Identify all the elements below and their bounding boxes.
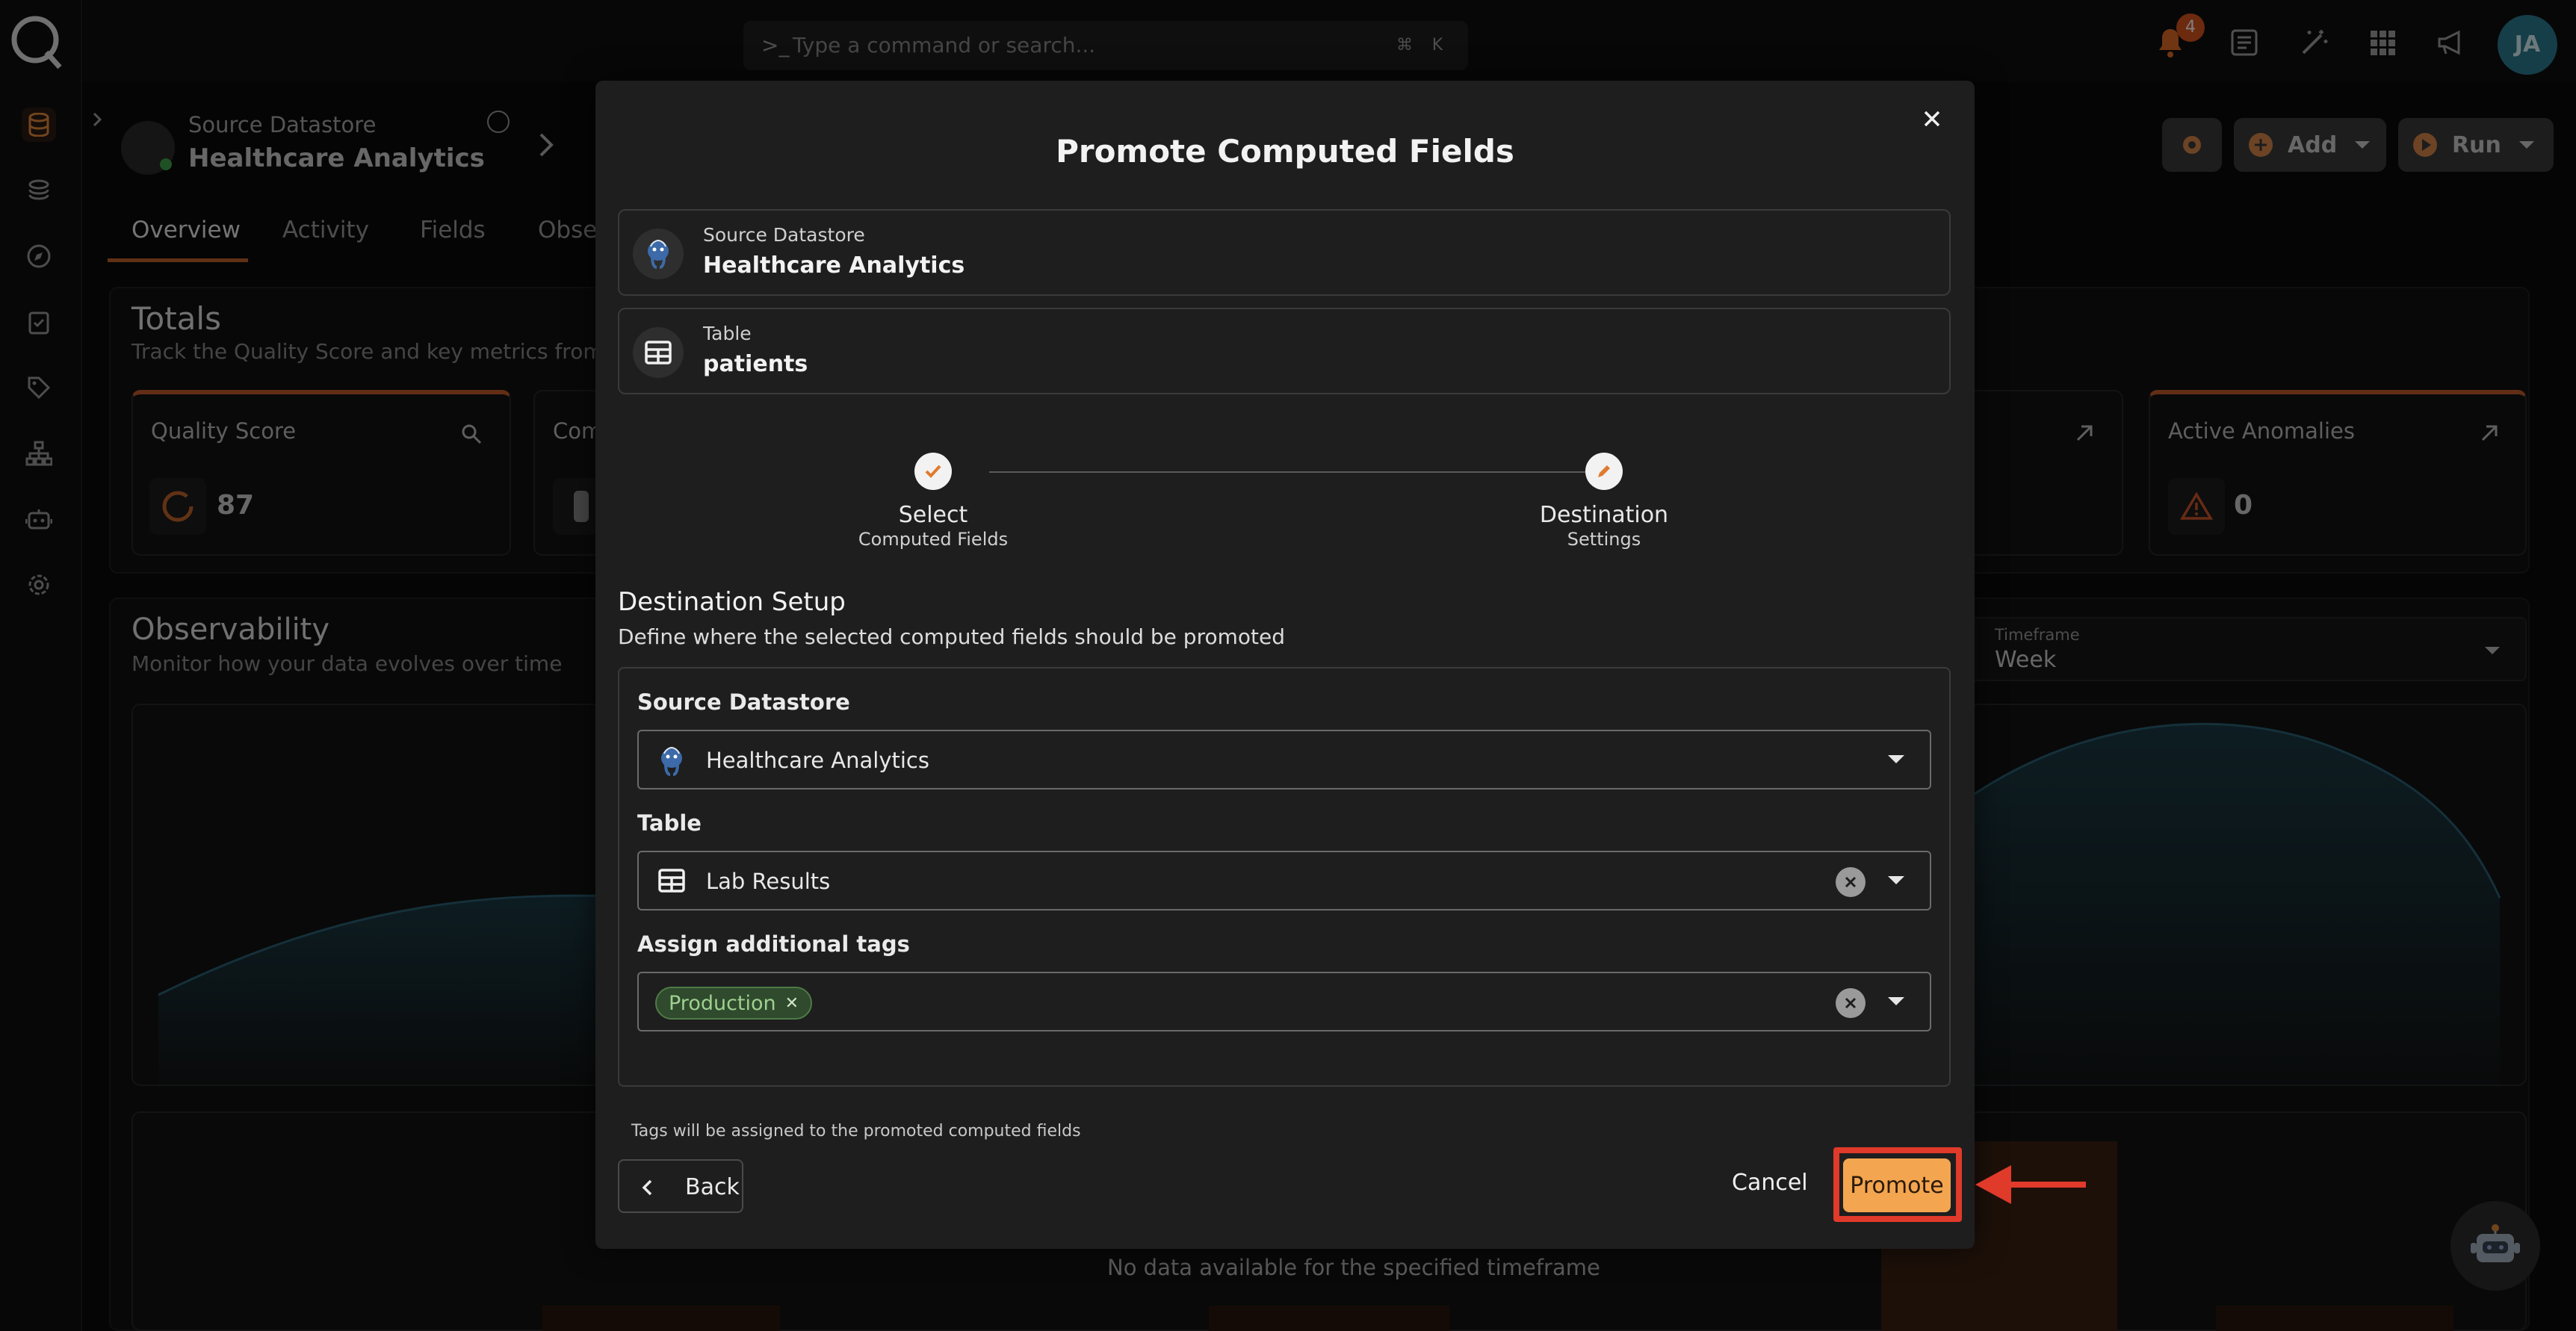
table-select[interactable]: Lab Results bbox=[637, 851, 1931, 910]
table-icon bbox=[633, 327, 684, 378]
pointer-arrow-icon bbox=[1975, 1165, 2086, 1204]
postgresql-icon bbox=[633, 229, 684, 279]
back-button-label: Back bbox=[685, 1174, 740, 1200]
destination-form: Source Datastore Healthcare Analytics Ta… bbox=[618, 667, 1951, 1087]
table-info: Table patients bbox=[618, 308, 1951, 394]
chevron-down-icon[interactable] bbox=[1888, 755, 1904, 763]
stepper-connector bbox=[989, 471, 1604, 473]
tags-select[interactable]: Production ✕ bbox=[637, 972, 1931, 1031]
dialog-title: Promote Computed Fields bbox=[1056, 133, 1514, 170]
step-1-title: Select bbox=[898, 502, 968, 528]
section-subtitle: Define where the selected computed field… bbox=[618, 624, 1285, 649]
clear-icon[interactable] bbox=[1836, 988, 1866, 1018]
source-datastore-info: Source Datastore Healthcare Analytics bbox=[618, 209, 1951, 296]
chevron-down-icon[interactable] bbox=[1888, 997, 1904, 1005]
promote-computed-fields-dialog: Promote Computed Fields Source Datastore… bbox=[595, 81, 1975, 1249]
postgresql-icon bbox=[655, 745, 688, 778]
remove-tag-icon[interactable]: ✕ bbox=[785, 994, 799, 1013]
clear-icon[interactable] bbox=[1836, 867, 1866, 897]
step-complete-check-icon bbox=[914, 453, 952, 490]
step-2-subtitle: Settings bbox=[1567, 529, 1641, 550]
tags-helper-text: Tags will be assigned to the promoted co… bbox=[631, 1122, 1081, 1141]
source-datastore-value: Healthcare Analytics bbox=[703, 252, 965, 279]
table-value: patients bbox=[703, 351, 808, 377]
table-label: Table bbox=[703, 323, 752, 344]
chevron-down-icon[interactable] bbox=[1888, 876, 1904, 884]
datastore-field-label: Source Datastore bbox=[637, 689, 850, 715]
step-2-title: Destination bbox=[1539, 502, 1669, 528]
back-button[interactable]: Back bbox=[618, 1159, 743, 1213]
chevron-left-icon bbox=[642, 1179, 652, 1196]
tag-chip-label: Production bbox=[669, 991, 776, 1015]
table-select-value: Lab Results bbox=[706, 869, 831, 894]
tag-chip[interactable]: Production ✕ bbox=[655, 987, 813, 1020]
cancel-button[interactable]: Cancel bbox=[1732, 1170, 1808, 1196]
step-current-edit-icon bbox=[1585, 453, 1623, 490]
tags-field-label: Assign additional tags bbox=[637, 931, 910, 957]
table-field-label: Table bbox=[637, 810, 702, 836]
datastore-select-value: Healthcare Analytics bbox=[706, 748, 929, 773]
source-datastore-label: Source Datastore bbox=[703, 224, 865, 246]
datastore-select[interactable]: Healthcare Analytics bbox=[637, 730, 1931, 789]
promote-button-highlight bbox=[1833, 1147, 1962, 1222]
step-1-subtitle: Computed Fields bbox=[858, 529, 1009, 550]
close-icon[interactable] bbox=[1912, 99, 1952, 139]
table-icon bbox=[658, 869, 685, 893]
section-title: Destination Setup bbox=[618, 587, 846, 617]
